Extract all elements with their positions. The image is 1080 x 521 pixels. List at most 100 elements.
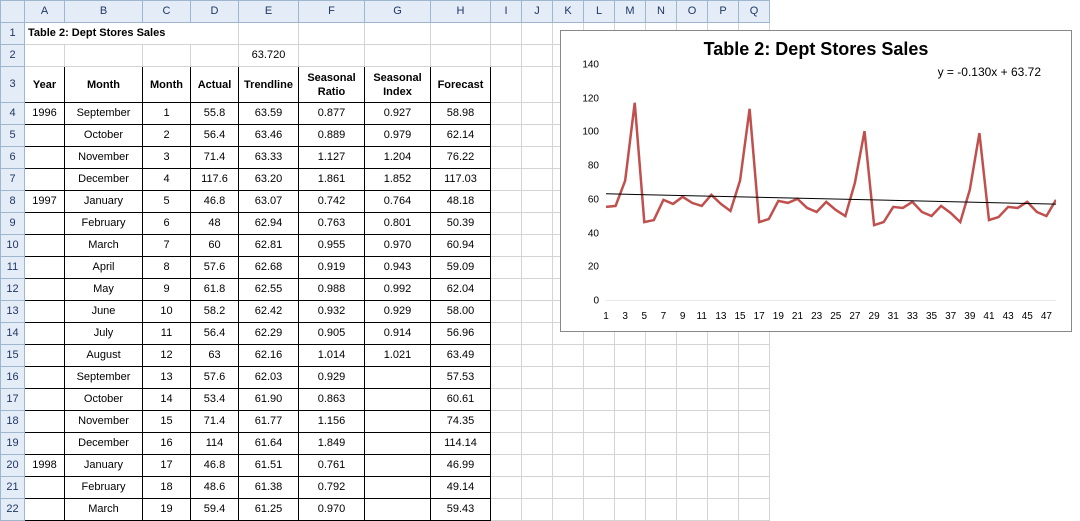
cell-Q21[interactable] xyxy=(739,477,770,499)
cell-Q20[interactable] xyxy=(739,455,770,477)
cell-K21[interactable] xyxy=(553,477,584,499)
cell-E2[interactable]: 63.720 xyxy=(239,45,299,67)
cell-J7[interactable] xyxy=(522,169,553,191)
cell-L20[interactable] xyxy=(584,455,615,477)
cell-B14[interactable]: July xyxy=(65,323,143,345)
cell-H19[interactable]: 114.14 xyxy=(431,433,491,455)
column-header-G[interactable]: G xyxy=(365,1,431,23)
cell-O15[interactable] xyxy=(677,345,708,367)
row-header-22[interactable]: 22 xyxy=(1,499,25,521)
cell-F17[interactable]: 0.863 xyxy=(299,389,365,411)
cell-C11[interactable]: 8 xyxy=(143,257,191,279)
column-header-Q[interactable]: Q xyxy=(739,1,770,23)
cell-K16[interactable] xyxy=(553,367,584,389)
cell-D16[interactable]: 57.6 xyxy=(191,367,239,389)
cell-A16[interactable] xyxy=(25,367,65,389)
cell-G4[interactable]: 0.927 xyxy=(365,103,431,125)
cell-B19[interactable]: December xyxy=(65,433,143,455)
cell-H8[interactable]: 48.18 xyxy=(431,191,491,213)
cell-M15[interactable] xyxy=(615,345,646,367)
cell-L15[interactable] xyxy=(584,345,615,367)
embedded-chart[interactable]: Table 2: Dept Stores Sales y = -0.130x +… xyxy=(560,30,1072,332)
cell-D6[interactable]: 71.4 xyxy=(191,147,239,169)
cell-E22[interactable]: 61.25 xyxy=(239,499,299,521)
cell-H21[interactable]: 49.14 xyxy=(431,477,491,499)
cell-F3[interactable]: Seasonal Ratio xyxy=(299,67,365,103)
cell-H1[interactable] xyxy=(431,23,491,45)
cell-N15[interactable] xyxy=(646,345,677,367)
cell-I12[interactable] xyxy=(491,279,522,301)
cell-B5[interactable]: October xyxy=(65,125,143,147)
row-header-6[interactable]: 6 xyxy=(1,147,25,169)
cell-C17[interactable]: 14 xyxy=(143,389,191,411)
cell-A14[interactable] xyxy=(25,323,65,345)
cell-I14[interactable] xyxy=(491,323,522,345)
cell-F13[interactable]: 0.932 xyxy=(299,301,365,323)
cell-D17[interactable]: 53.4 xyxy=(191,389,239,411)
row-header-4[interactable]: 4 xyxy=(1,103,25,125)
cell-Q15[interactable] xyxy=(739,345,770,367)
cell-F9[interactable]: 0.763 xyxy=(299,213,365,235)
cell-I6[interactable] xyxy=(491,147,522,169)
cell-O16[interactable] xyxy=(677,367,708,389)
cell-E10[interactable]: 62.81 xyxy=(239,235,299,257)
cell-E1[interactable] xyxy=(239,23,299,45)
cell-I3[interactable] xyxy=(491,67,522,103)
cell-H16[interactable]: 57.53 xyxy=(431,367,491,389)
cell-A5[interactable] xyxy=(25,125,65,147)
cell-D3[interactable]: Actual xyxy=(191,67,239,103)
cell-B3[interactable]: Month xyxy=(65,67,143,103)
cell-D22[interactable]: 59.4 xyxy=(191,499,239,521)
cell-B6[interactable]: November xyxy=(65,147,143,169)
cell-E7[interactable]: 63.20 xyxy=(239,169,299,191)
cell-I18[interactable] xyxy=(491,411,522,433)
row-header-20[interactable]: 20 xyxy=(1,455,25,477)
cell-M19[interactable] xyxy=(615,433,646,455)
cell-G13[interactable]: 0.929 xyxy=(365,301,431,323)
cell-I22[interactable] xyxy=(491,499,522,521)
cell-L22[interactable] xyxy=(584,499,615,521)
row-header-13[interactable]: 13 xyxy=(1,301,25,323)
row-header-8[interactable]: 8 xyxy=(1,191,25,213)
cell-C5[interactable]: 2 xyxy=(143,125,191,147)
cell-O19[interactable] xyxy=(677,433,708,455)
cell-D10[interactable]: 60 xyxy=(191,235,239,257)
cell-E6[interactable]: 63.33 xyxy=(239,147,299,169)
cell-D12[interactable]: 61.8 xyxy=(191,279,239,301)
cell-Q19[interactable] xyxy=(739,433,770,455)
cell-J18[interactable] xyxy=(522,411,553,433)
cell-C2[interactable] xyxy=(143,45,191,67)
cell-H17[interactable]: 60.61 xyxy=(431,389,491,411)
cell-I10[interactable] xyxy=(491,235,522,257)
cell-J13[interactable] xyxy=(522,301,553,323)
cell-D14[interactable]: 56.4 xyxy=(191,323,239,345)
cell-F20[interactable]: 0.761 xyxy=(299,455,365,477)
row-header-9[interactable]: 9 xyxy=(1,213,25,235)
cell-F4[interactable]: 0.877 xyxy=(299,103,365,125)
cell-J9[interactable] xyxy=(522,213,553,235)
cell-G18[interactable] xyxy=(365,411,431,433)
cell-H11[interactable]: 59.09 xyxy=(431,257,491,279)
cell-D4[interactable]: 55.8 xyxy=(191,103,239,125)
cell-G14[interactable]: 0.914 xyxy=(365,323,431,345)
cell-N22[interactable] xyxy=(646,499,677,521)
row-header-10[interactable]: 10 xyxy=(1,235,25,257)
cell-J5[interactable] xyxy=(522,125,553,147)
cell-A2[interactable] xyxy=(25,45,65,67)
cell-I11[interactable] xyxy=(491,257,522,279)
cell-E17[interactable]: 61.90 xyxy=(239,389,299,411)
cell-B4[interactable]: September xyxy=(65,103,143,125)
cell-J2[interactable] xyxy=(522,45,553,67)
column-header-K[interactable]: K xyxy=(553,1,584,23)
cell-M17[interactable] xyxy=(615,389,646,411)
cell-B12[interactable]: May xyxy=(65,279,143,301)
cell-J21[interactable] xyxy=(522,477,553,499)
cell-E5[interactable]: 63.46 xyxy=(239,125,299,147)
cell-O22[interactable] xyxy=(677,499,708,521)
column-header-O[interactable]: O xyxy=(677,1,708,23)
cell-I16[interactable] xyxy=(491,367,522,389)
cell-P17[interactable] xyxy=(708,389,739,411)
row-header-19[interactable]: 19 xyxy=(1,433,25,455)
cell-C18[interactable]: 15 xyxy=(143,411,191,433)
cell-Q18[interactable] xyxy=(739,411,770,433)
